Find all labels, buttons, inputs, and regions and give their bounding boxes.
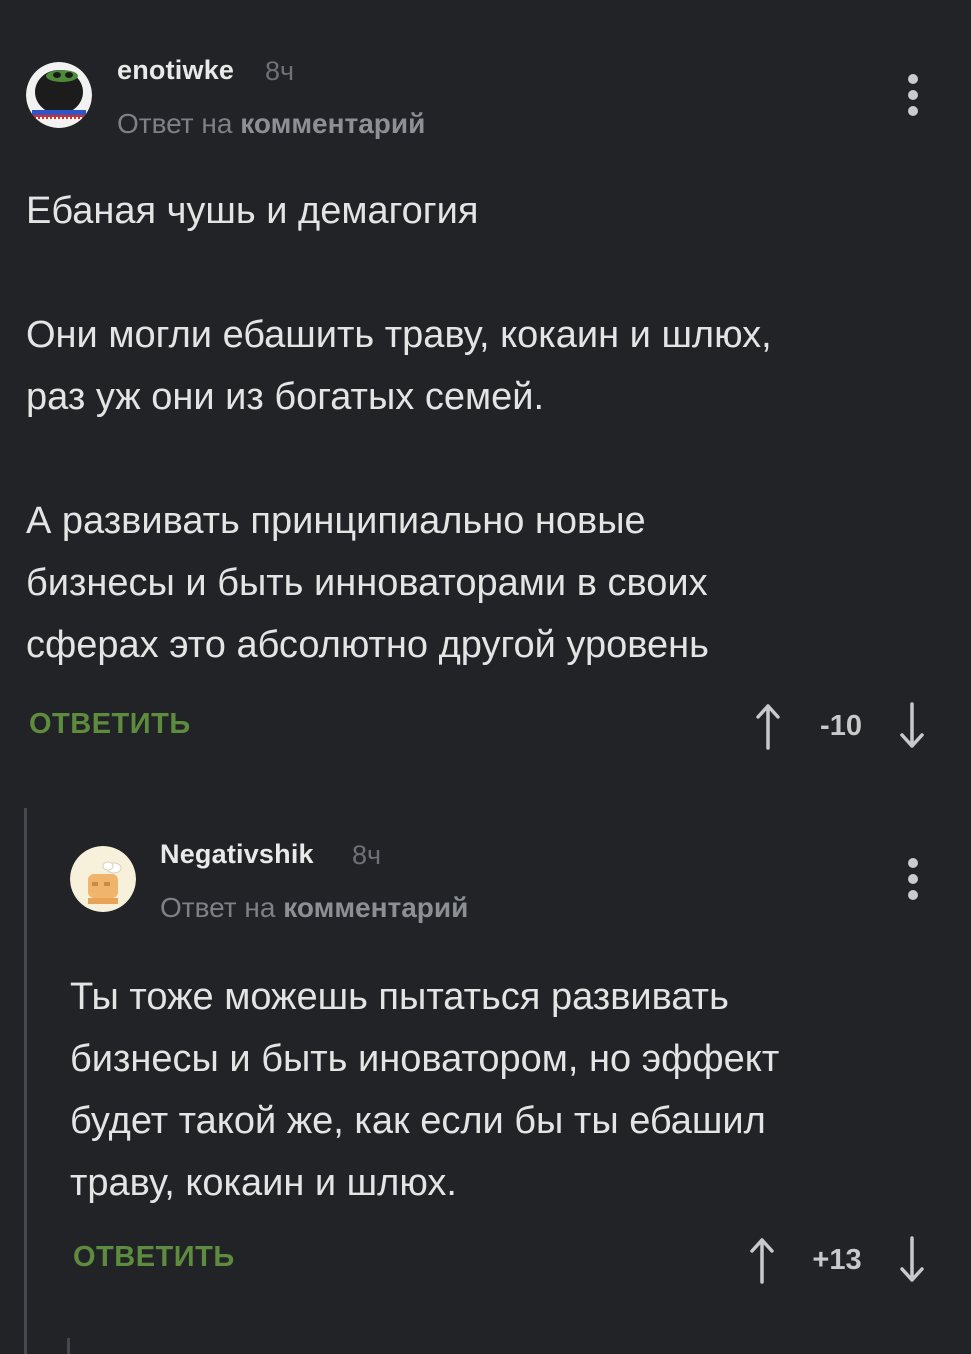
comment-line: раз уж они из богатых семей. bbox=[26, 376, 545, 418]
reply-button[interactable]: ОТВЕТИТЬ bbox=[73, 1241, 235, 1274]
comment-line: Они могли ебашить траву, кокаин и шлюх, bbox=[26, 314, 772, 356]
comment-time: 8ч bbox=[352, 840, 382, 870]
reply-prefix: Ответ на bbox=[117, 108, 233, 139]
reply-to-line: Ответ на комментарий bbox=[160, 892, 468, 924]
downvote-arrow-icon[interactable] bbox=[898, 1236, 926, 1284]
comment-line: бизнесы и быть инноваторами в своих bbox=[26, 562, 708, 604]
thread-line-nested[interactable] bbox=[67, 1338, 70, 1354]
comment-line: А развивать принципиально новые bbox=[26, 500, 646, 542]
username[interactable]: Negativshik bbox=[160, 839, 314, 870]
comment-line: сферах это абсолютно другой уровень bbox=[26, 624, 709, 666]
vote-controls: +13 bbox=[748, 1236, 934, 1286]
comment-line: Ты тоже можешь пытаться развивать bbox=[70, 976, 729, 1018]
reply-target-link[interactable]: комментарий bbox=[283, 892, 468, 923]
vote-score: -10 bbox=[820, 710, 862, 742]
thread-line[interactable] bbox=[24, 808, 27, 1354]
comment-line: бизнесы и быть иноватором, но эффект bbox=[70, 1038, 780, 1080]
upvote-arrow-icon[interactable] bbox=[748, 1236, 776, 1284]
comment-body: Ебаная чушь и демагогия Они могли ебашит… bbox=[26, 180, 772, 676]
reply-button[interactable]: ОТВЕТИТЬ bbox=[29, 708, 191, 741]
reply-prefix: Ответ на bbox=[160, 892, 276, 923]
reply-target-link[interactable]: комментарий bbox=[240, 108, 425, 139]
vote-controls: -10 bbox=[754, 702, 934, 752]
comment-line: траву, кокаин и шлюх. bbox=[70, 1162, 457, 1204]
comment-body: Ты тоже можешь пытаться развивать бизнес… bbox=[70, 966, 779, 1214]
downvote-arrow-icon[interactable] bbox=[898, 702, 926, 750]
more-options-icon[interactable] bbox=[908, 858, 918, 908]
comment-time: 8ч bbox=[265, 56, 295, 86]
user-avatar-icon[interactable] bbox=[26, 62, 92, 128]
upvote-arrow-icon[interactable] bbox=[754, 702, 782, 750]
comment-line: Ебаная чушь и демагогия bbox=[26, 190, 479, 232]
user-avatar-icon[interactable] bbox=[70, 846, 136, 912]
comment-line: будет такой же, как если бы ты ебашил bbox=[70, 1100, 766, 1142]
username[interactable]: enotiwke bbox=[117, 55, 234, 86]
reply-to-line: Ответ на комментарий bbox=[117, 108, 425, 140]
vote-score: +13 bbox=[812, 1244, 862, 1276]
more-options-icon[interactable] bbox=[908, 74, 918, 124]
